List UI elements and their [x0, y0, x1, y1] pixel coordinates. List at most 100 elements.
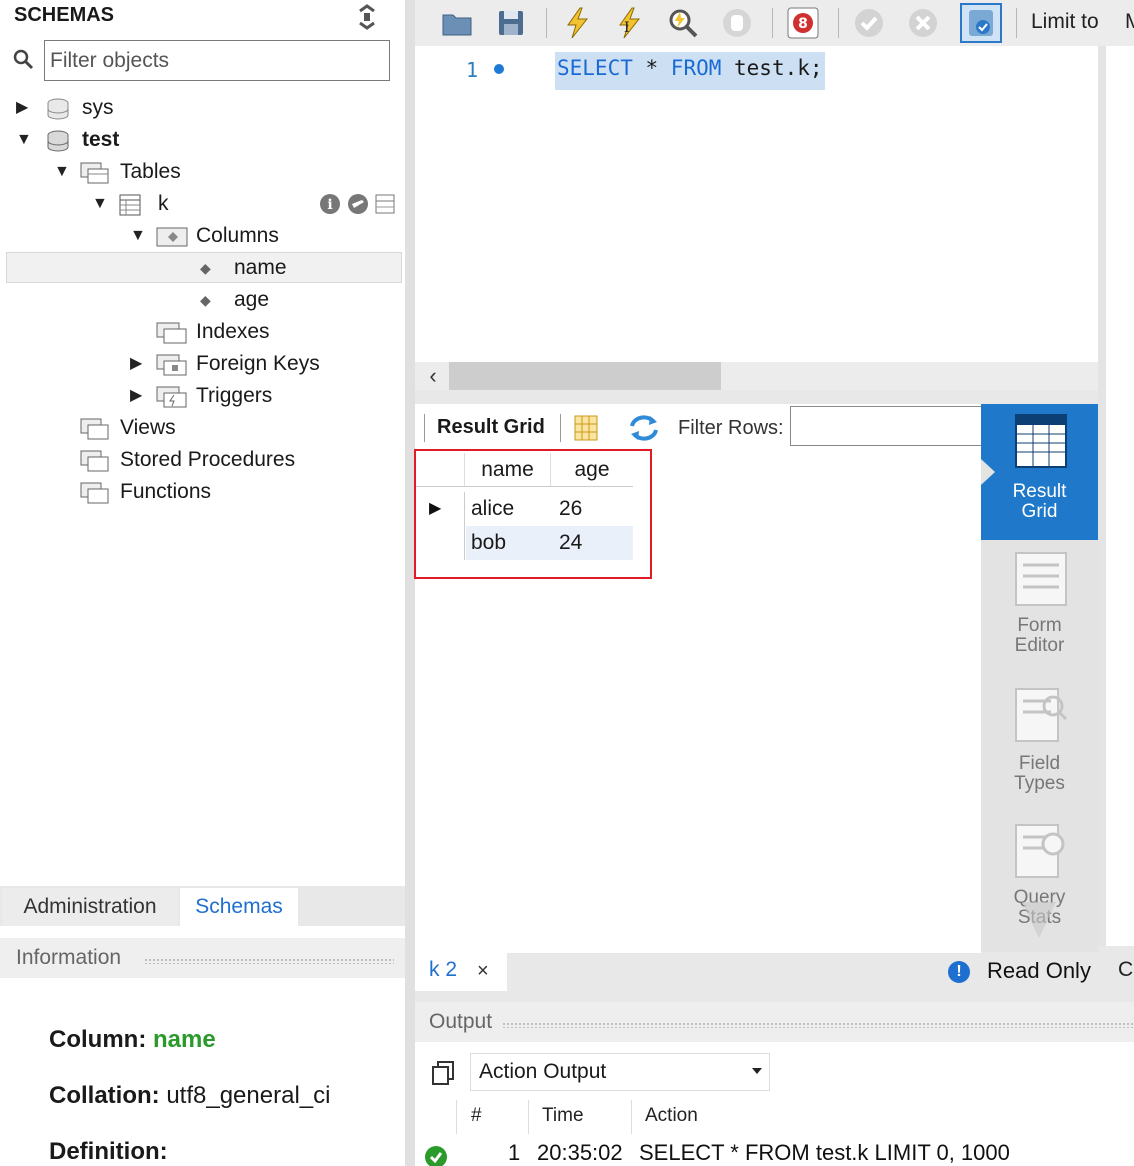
expand-arrow-icon[interactable]: ▶: [130, 348, 150, 380]
toolbar-separator: [838, 8, 839, 38]
tree-label: sys: [82, 96, 114, 119]
database-icon: [47, 130, 69, 152]
info-icon: !: [948, 961, 970, 983]
execute-current-icon[interactable]: I: [612, 6, 646, 40]
execute-icon[interactable]: [560, 6, 594, 40]
tree-item-stored-procedures[interactable]: Stored Procedures: [0, 444, 400, 476]
refresh-schemas-icon[interactable]: [352, 2, 382, 32]
save-icon[interactable]: [494, 6, 528, 40]
svg-text:i: i: [327, 197, 332, 213]
output-row-num: 1: [508, 1140, 521, 1165]
statement-marker-icon: [494, 64, 504, 74]
close-icon[interactable]: ×: [477, 960, 489, 983]
filter-objects-input[interactable]: [44, 40, 390, 81]
annotation-highlight-box: [414, 449, 652, 579]
tree-item-indexes[interactable]: Indexes: [0, 316, 400, 348]
chevron-down-icon[interactable]: [752, 1068, 762, 1074]
toolbar-separator: [772, 8, 773, 38]
output-col-num[interactable]: #: [471, 1105, 482, 1127]
explain-icon[interactable]: [666, 6, 700, 40]
form-editor-view-label[interactable]: Form Editor: [981, 616, 1098, 656]
tree-item-tables[interactable]: ▼ Tables: [0, 156, 400, 188]
scrollbar-thumb[interactable]: [449, 362, 721, 390]
view-label-line: Form: [1017, 615, 1062, 636]
search-icon: [13, 49, 34, 70]
grid-layout-icon[interactable]: [572, 414, 600, 442]
limit-rows-label[interactable]: Limit to: [1031, 10, 1099, 34]
open-file-icon[interactable]: [440, 6, 474, 40]
tree-label: Stored Procedures: [120, 448, 296, 471]
sql-keyword: SELECT: [557, 56, 633, 80]
tree-item-test[interactable]: ▼ test: [0, 124, 400, 156]
tree-label: name: [234, 256, 287, 279]
tree-item-functions[interactable]: Functions: [0, 476, 400, 508]
tab-partial[interactable]: C: [1118, 958, 1133, 982]
tree-item-triggers[interactable]: ▶ Triggers: [0, 380, 400, 412]
expand-arrow-icon[interactable]: ▶: [16, 92, 36, 124]
collapse-arrow-icon[interactable]: ▼: [16, 124, 36, 156]
tree-item-columns[interactable]: ▼ Columns: [0, 220, 400, 252]
sql-statement[interactable]: SELECT * FROM test.k;: [555, 52, 825, 90]
rollback-icon[interactable]: [906, 6, 940, 40]
result-grid-label[interactable]: Result Grid: [437, 416, 545, 439]
toolbar-separator: [424, 414, 425, 442]
result-grid-view-label: Result Grid: [981, 482, 1098, 522]
output-col-time[interactable]: Time: [542, 1105, 584, 1127]
field-types-view-label[interactable]: Field Types: [981, 754, 1098, 794]
output-row-action: SELECT * FROM test.k LIMIT 0, 1000: [639, 1140, 1010, 1165]
collapse-arrow-icon[interactable]: ▼: [92, 188, 112, 220]
view-label-line: Types: [1014, 773, 1065, 794]
schemas-header: SCHEMAS: [14, 4, 115, 26]
collapse-arrow-icon[interactable]: ▼: [54, 156, 74, 188]
tree-label: Columns: [196, 224, 279, 247]
tree-item-column-name[interactable]: ◆ name: [0, 252, 400, 284]
tab-schemas[interactable]: Schemas: [180, 888, 298, 926]
line-number: 1: [466, 58, 479, 82]
tree-label: Triggers: [196, 384, 273, 407]
query-stats-icon[interactable]: [1013, 822, 1069, 880]
tree-item-foreign-keys[interactable]: ▶ Foreign Keys: [0, 348, 400, 380]
toggle-error-icon[interactable]: 8: [786, 6, 820, 40]
tree-item-column-age[interactable]: ◆ age: [0, 284, 400, 316]
right-sidebar-edge: [1106, 46, 1134, 946]
expand-arrow-icon[interactable]: ▶: [130, 380, 150, 412]
refresh-icon[interactable]: [626, 412, 662, 444]
stop-icon[interactable]: [720, 6, 754, 40]
tree-label: Indexes: [196, 320, 270, 343]
filter-rows-label: Filter Rows:: [678, 417, 784, 439]
header-grip: [144, 958, 394, 964]
form-editor-icon[interactable]: [1013, 550, 1069, 608]
sql-text: test.k;: [721, 56, 823, 80]
copy-icon[interactable]: [430, 1060, 456, 1086]
information-title: Information: [16, 946, 122, 969]
tables-folder-icon: [80, 162, 109, 184]
tree-item-sys[interactable]: ▶ sys: [0, 92, 400, 124]
tab-result-k2-label[interactable]: k 2: [429, 958, 457, 982]
commit-icon[interactable]: [852, 6, 886, 40]
tree-label: k: [158, 192, 169, 215]
tab-administration[interactable]: Administration: [2, 888, 178, 926]
tree-label: age: [234, 288, 270, 311]
column-separator: [631, 1100, 632, 1134]
output-col-action[interactable]: Action: [645, 1105, 698, 1127]
scroll-down-indicator-icon[interactable]: [1022, 902, 1056, 938]
autocommit-icon[interactable]: [960, 3, 1002, 43]
view-label-line: Field: [1018, 753, 1061, 774]
field-types-icon[interactable]: [1013, 686, 1069, 744]
sql-editor[interactable]: [415, 46, 1098, 362]
info-column-key: Column:: [49, 1026, 147, 1053]
panel-splitter[interactable]: [405, 0, 415, 1166]
foreign-keys-folder-icon: [156, 354, 187, 376]
info-collation-line: Collation: utf8_general_ci: [49, 1082, 330, 1110]
tree-item-views[interactable]: Views: [0, 412, 400, 444]
filter-rows-input[interactable]: [790, 406, 982, 446]
collapse-arrow-icon[interactable]: ▼: [130, 220, 150, 252]
svg-text:8: 8: [798, 16, 808, 32]
scroll-left-icon[interactable]: ‹: [422, 362, 444, 390]
sql-text: *: [632, 56, 671, 80]
table-actions-icons[interactable]: i: [318, 192, 404, 216]
database-icon: [47, 98, 69, 120]
header-grip: [502, 1022, 1134, 1028]
toolbar-separator: [1016, 8, 1017, 38]
procedures-folder-icon: [80, 450, 109, 472]
